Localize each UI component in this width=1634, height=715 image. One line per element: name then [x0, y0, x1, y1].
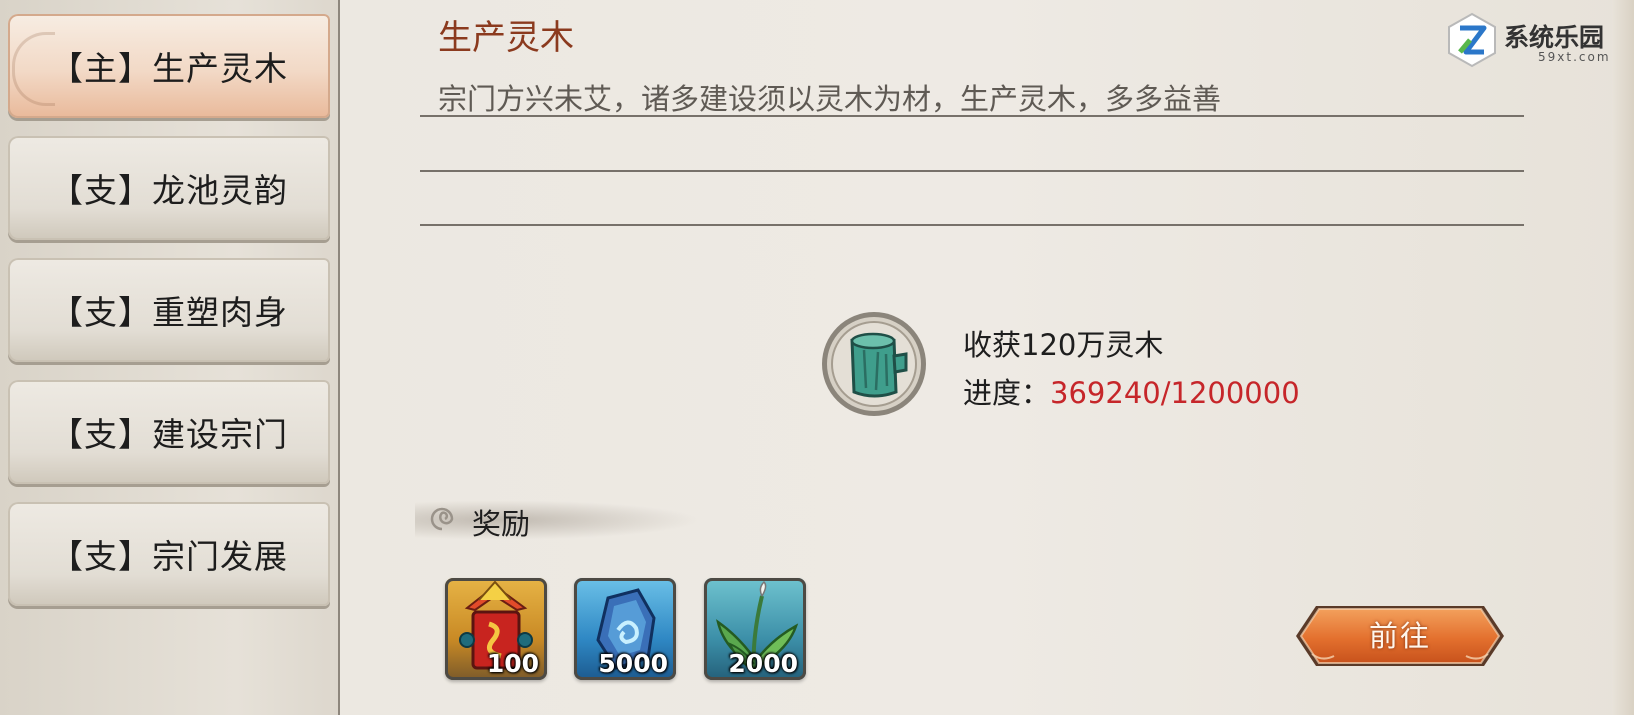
reward-header-brush	[415, 500, 700, 540]
reward-item-sect-banner[interactable]: 100	[445, 578, 547, 680]
reward-quantity: 5000	[598, 649, 668, 678]
quest-tab-label: 【支】建设宗门	[50, 415, 288, 454]
cloud-swirl-icon	[430, 507, 454, 531]
book-spine-divider	[338, 0, 340, 715]
quest-tab-build-sect[interactable]: 【支】建设宗门	[8, 380, 330, 484]
progress-label: 进度：	[963, 376, 1051, 410]
quest-tab-main-produce-wood[interactable]: 【主】生产灵木	[8, 14, 330, 118]
goto-button-label: 前往	[1368, 619, 1431, 653]
ruled-line	[420, 170, 1524, 172]
watermark-subtext: 59xt.com	[1538, 50, 1611, 64]
quest-tab-rebuild-body[interactable]: 【支】重塑肉身	[8, 258, 330, 362]
reward-item-spirit-stone[interactable]: 5000	[574, 578, 676, 680]
quest-list-panel: 【主】生产灵木 【支】龙池灵韵 【支】重塑肉身 【支】建设宗门 【支】宗门发展	[0, 0, 338, 715]
spirit-wood-log-icon	[820, 310, 928, 418]
reward-label: 奖励	[472, 507, 531, 541]
goal-text: 收获120万灵木	[963, 328, 1164, 362]
ruled-line	[420, 115, 1524, 117]
quest-tab-label: 【支】重塑肉身	[50, 293, 288, 332]
scroll-curl-decoration	[12, 32, 55, 106]
watermark-hexagon-icon	[1448, 12, 1496, 68]
watermark-text: 系统乐园	[1504, 23, 1605, 52]
page-edge	[1612, 0, 1634, 715]
watermark-logo: 系统乐园 59xt.com	[1446, 12, 1616, 72]
ruled-line	[420, 224, 1524, 226]
reward-quantity: 2000	[728, 649, 798, 678]
quest-tab-sect-development[interactable]: 【支】宗门发展	[8, 502, 330, 606]
quest-tab-label: 【支】宗门发展	[50, 537, 288, 576]
reward-item-spirit-herb[interactable]: 2000	[704, 578, 806, 680]
progress-row: 进度：369240/1200000	[963, 370, 1300, 412]
quest-description: 宗门方兴未艾，诸多建设须以灵木为材，生产灵木，多多益善	[438, 82, 1222, 116]
goto-button[interactable]: 前往	[1294, 604, 1506, 668]
quest-tab-label: 【支】龙池灵韵	[50, 171, 288, 210]
reward-quantity: 100	[486, 649, 539, 678]
quest-tab-label: 【主】生产灵木	[50, 49, 288, 88]
progress-value: 369240/1200000	[1050, 376, 1300, 410]
quest-title: 生产灵木	[438, 18, 574, 58]
quest-tab-dragon-pool[interactable]: 【支】龙池灵韵	[8, 136, 330, 240]
